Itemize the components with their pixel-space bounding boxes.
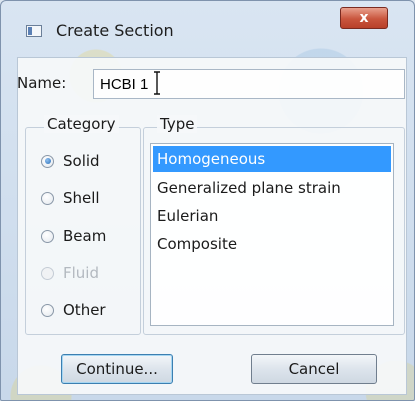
text-cursor-icon bbox=[154, 71, 160, 95]
radio-solid-indicator[interactable] bbox=[41, 154, 54, 168]
type-listbox[interactable]: Homogeneous Generalized plane strain Eul… bbox=[150, 143, 394, 326]
type-legend: Type bbox=[157, 115, 198, 133]
radio-fluid-label: Fluid bbox=[63, 264, 99, 282]
radio-fluid: Fluid bbox=[41, 262, 99, 284]
radio-solid-label: Solid bbox=[63, 152, 100, 170]
radio-other-indicator[interactable] bbox=[41, 303, 54, 317]
radio-beam-indicator[interactable] bbox=[41, 229, 54, 243]
name-input[interactable] bbox=[93, 69, 405, 99]
radio-other-label: Other bbox=[63, 301, 106, 319]
name-label: Name: bbox=[17, 74, 67, 92]
create-section-dialog: Create Section x Name: Category Solid Sh… bbox=[0, 0, 415, 401]
window-icon bbox=[26, 25, 42, 37]
radio-fluid-indicator bbox=[41, 266, 54, 280]
radio-shell-indicator[interactable] bbox=[41, 191, 54, 205]
radio-shell-label: Shell bbox=[63, 189, 100, 207]
radio-solid[interactable]: Solid bbox=[41, 150, 100, 172]
type-item-composite[interactable]: Composite bbox=[151, 230, 393, 258]
window-title: Create Section bbox=[56, 21, 174, 40]
close-button[interactable]: x bbox=[340, 7, 388, 29]
title-bar[interactable]: Create Section x bbox=[1, 1, 414, 41]
continue-button[interactable]: Continue... bbox=[61, 354, 173, 384]
radio-beam-label: Beam bbox=[63, 227, 107, 245]
type-item-homogeneous[interactable]: Homogeneous bbox=[153, 146, 391, 172]
radio-other[interactable]: Other bbox=[41, 299, 106, 321]
radio-shell[interactable]: Shell bbox=[41, 187, 100, 209]
category-legend: Category bbox=[44, 115, 119, 133]
radio-beam[interactable]: Beam bbox=[41, 225, 106, 247]
type-item-generalized-plane-strain[interactable]: Generalized plane strain bbox=[151, 174, 393, 202]
cancel-button[interactable]: Cancel bbox=[251, 354, 377, 384]
type-item-eulerian[interactable]: Eulerian bbox=[151, 202, 393, 230]
